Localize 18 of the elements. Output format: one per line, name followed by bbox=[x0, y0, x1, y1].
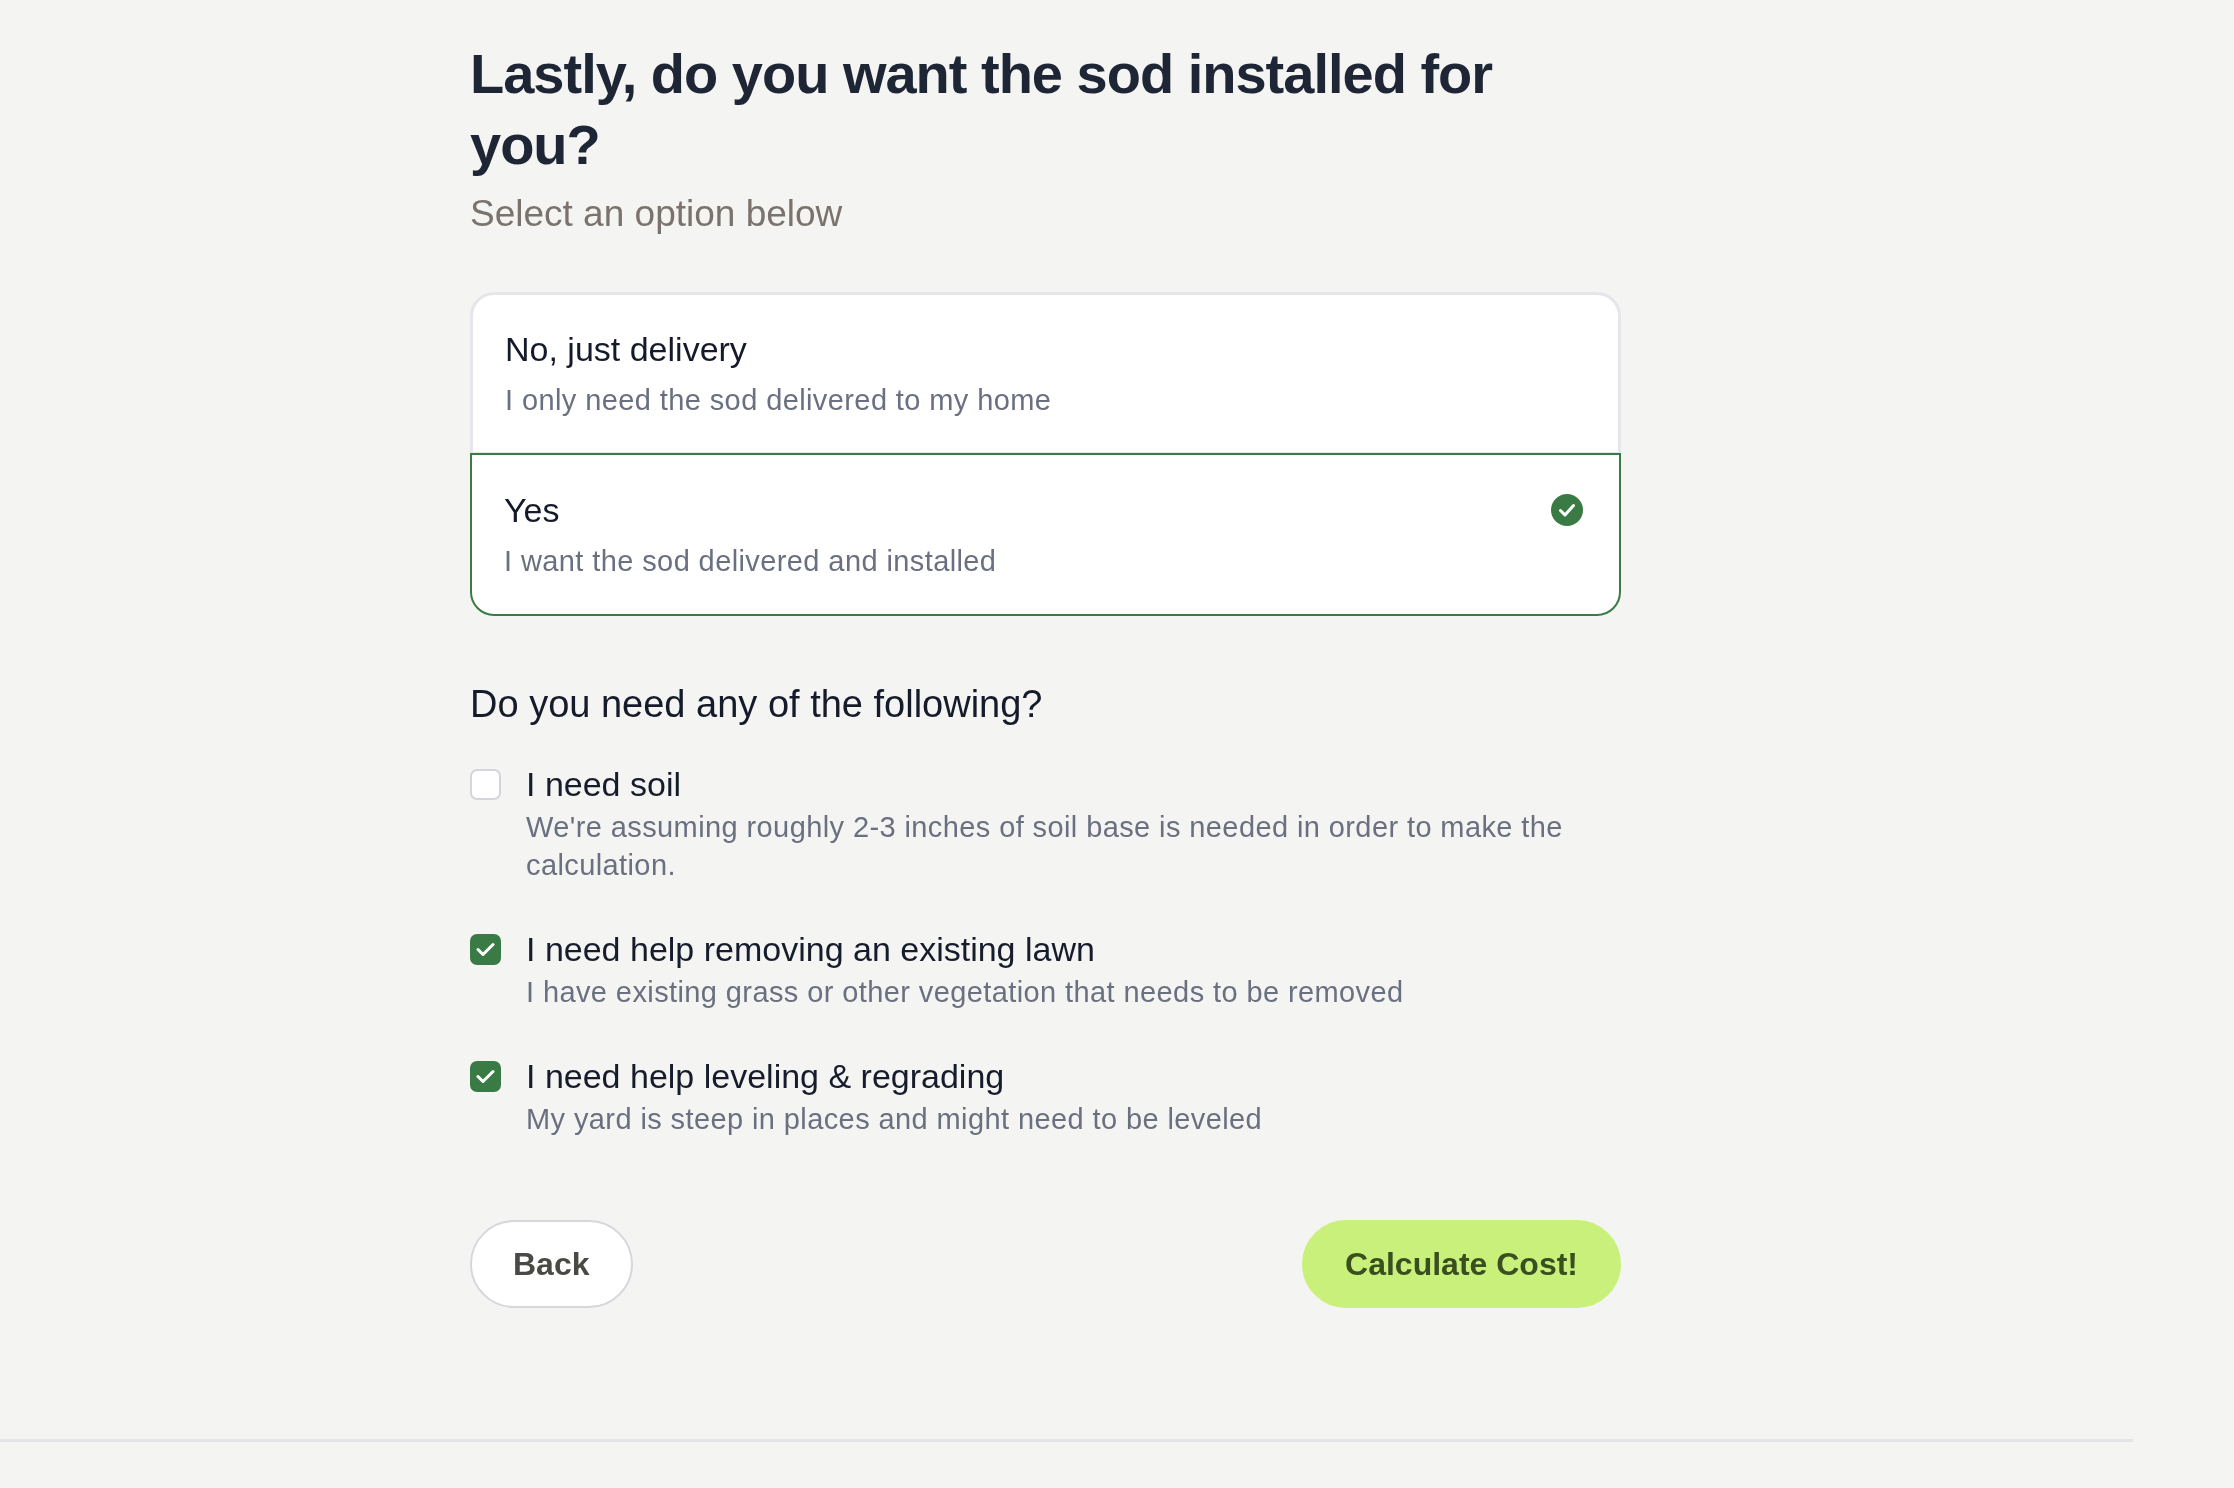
page-title: Lastly, do you want the sod installed for you? bbox=[470, 41, 1494, 178]
checkbox-label: I need soil bbox=[526, 764, 681, 805]
back-button[interactable]: Back bbox=[470, 1220, 633, 1308]
checkbox-label: I need help leveling & regrading bbox=[526, 1056, 1005, 1097]
checkbox[interactable] bbox=[470, 933, 501, 965]
calculate-cost-button[interactable]: Calculate Cost! bbox=[1302, 1220, 1621, 1308]
checkmark-icon bbox=[476, 1068, 495, 1084]
checkbox[interactable] bbox=[470, 1060, 501, 1092]
option-card[interactable]: Yes I want the sod delivered and installed bbox=[470, 453, 1621, 616]
checkbox-description: I have existing grass or other vegetation that needs to be removed bbox=[526, 975, 1404, 1010]
checkmark-icon bbox=[476, 941, 495, 957]
option-card[interactable]: No, just delivery I only need the sod delivered to my home bbox=[470, 292, 1621, 455]
checkbox-description: My yard is steep in places and might need to be leveled bbox=[526, 1102, 1263, 1137]
check-circle-icon bbox=[1551, 494, 1583, 526]
checkbox-description: We're assuming roughly 2-3 inches of soil base is needed in order to make the calculation. bbox=[526, 810, 1564, 883]
checkbox-label: I need help removing an existing lawn bbox=[526, 929, 1095, 970]
page-subtitle: Select an option below bbox=[470, 192, 843, 236]
section-heading: Do you need any of the following? bbox=[470, 682, 1043, 727]
